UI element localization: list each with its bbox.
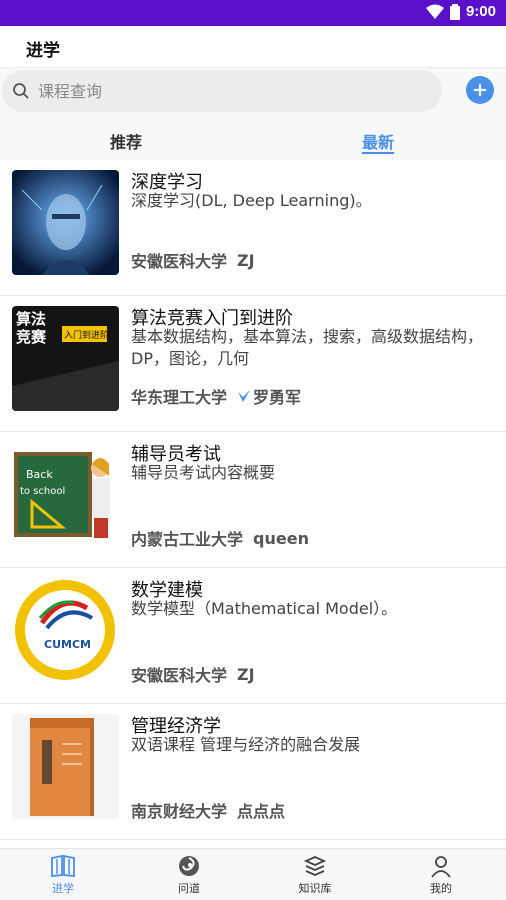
course-description: 辅导员考试内容概要 [131,463,276,482]
course-tabs: 推荐 最新 [0,118,506,160]
course-thumbnail: 算法 竞赛 入门到进阶 [12,306,119,411]
nav-item-knowledge-base[interactable]: 知识库 [252,849,378,900]
nav-item-mine[interactable]: 我的 [378,849,504,900]
course-university: 南京财经大学 [131,802,228,821]
person-icon [431,856,451,878]
course-teacher: ZJ [237,250,255,270]
course-thumbnail: Back to school [12,442,119,547]
search-box[interactable] [2,70,442,112]
nav-label: 我的 [430,882,452,895]
book-icon [51,854,75,877]
course-teacher-wrap: 罗勇军 [237,384,301,408]
status-bar: 9:00 [0,0,506,26]
course-description: 深度学习(DL, Deep Learning)。 [131,191,372,210]
course-item-managerial-economics[interactable]: 管理经济学 双语课程 管理与经济的融合发展 南京财经大学 点点点 [0,704,506,840]
tab-recommend[interactable]: 推荐 [110,129,142,153]
verified-teacher-icon [238,390,251,402]
course-item-algorithm[interactable]: 算法 竞赛 入门到进阶 算法竞赛 入门到进阶 基本数据结构，基本算法，搜索，高级数… [0,296,506,432]
course-university: 内蒙古工业大学 [131,530,244,549]
search-icon [13,83,29,99]
course-thumbnail [12,714,119,819]
nav-label: 知识库 [298,882,332,895]
page-title: 进学 [26,41,60,61]
course-description: 基本数据结构，基本算法，搜索，高级数据结构，DP，图论，几何 [131,327,484,368]
board-text-1: Back [26,468,53,481]
course-teacher: ZJ [237,664,255,684]
nav-label: 问道 [178,882,200,895]
course-thumbnail: CUMCM [12,578,119,683]
cumcm-logo-text: CUMCM [44,638,91,651]
nav-label: 进学 [52,882,74,895]
plus-icon [474,84,486,96]
course-item-math-modeling[interactable]: CUMCM 数学建模 数学模型（Mathematical Model）。 安徽医… [0,568,506,704]
add-course-button[interactable] [466,76,494,104]
course-list: 深度学习 深度学习(DL, Deep Learning)。 安徽医科大学 ZJ … [0,160,506,848]
algo-cover-text-2: 竞赛 [16,328,47,346]
stack-icon [303,856,327,876]
algo-cover-text-1: 算法 [16,310,46,328]
bottom-nav: 进学 问道 知识库 我的 [0,848,506,900]
course-item-counselor-exam[interactable]: Back to school 辅导员考试 辅导员考试内容概要 内蒙古工业大学 q… [0,432,506,568]
course-university: 安徽医科大学 [131,666,228,685]
course-university: 安徽医科大学 [131,252,228,271]
course-item-deep-learning[interactable]: 深度学习 深度学习(DL, Deep Learning)。 安徽医科大学 ZJ [0,160,506,296]
course-description: 数学模型（Mathematical Model）。 [131,599,398,618]
battery-icon [449,3,460,20]
tab-latest[interactable]: 最新 [362,129,394,153]
course-description: 双语课程 管理与经济的融合发展 [131,735,361,754]
search-input[interactable] [38,81,418,101]
swirl-icon [179,856,199,876]
algo-cover-subtitle: 入门到进阶 [64,329,109,341]
course-teacher: queen [253,528,309,548]
nav-item-wendao[interactable]: 问道 [126,849,252,900]
app-bar: 进学 [0,26,506,68]
wifi-icon [425,4,444,19]
course-university: 华东理工大学 [131,388,228,407]
course-thumbnail [12,170,119,275]
board-text-2: to school [20,486,65,497]
nav-item-study[interactable]: 进学 [0,849,126,900]
course-teacher: 点点点 [237,802,286,821]
status-time: 9:00 [465,3,496,20]
search-row [0,68,506,118]
course-teacher: 罗勇军 [253,388,302,407]
